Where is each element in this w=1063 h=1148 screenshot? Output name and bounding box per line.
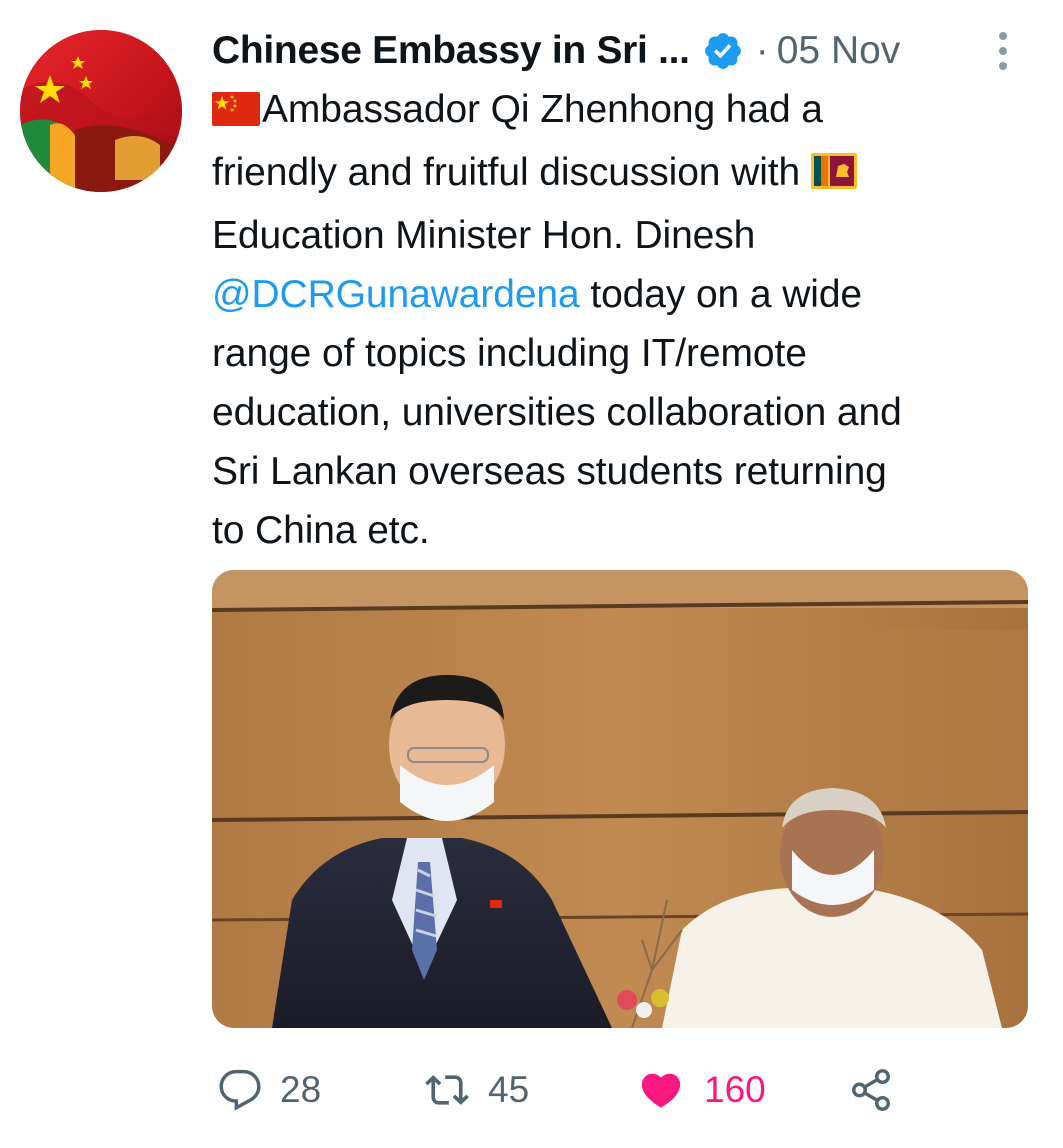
header-separator: · — [755, 29, 769, 72]
like-button[interactable]: 160 — [636, 1058, 766, 1122]
share-button[interactable] — [848, 1058, 894, 1122]
avatar[interactable] — [20, 30, 182, 192]
tweet-line-6: education, universities collaboration an… — [212, 391, 902, 434]
tweet-text-4: today on a wide — [579, 273, 863, 316]
tweet-photo[interactable] — [212, 570, 1028, 1028]
tweet-line-8: to China etc. — [212, 509, 430, 552]
share-icon — [852, 1069, 890, 1111]
reply-icon — [219, 1069, 261, 1111]
retweet-button[interactable]: 45 — [424, 1058, 529, 1122]
more-options-icon[interactable] — [988, 28, 1018, 74]
tweet-line-3: Education Minister Hon. Dinesh — [212, 214, 756, 257]
tweet-line-1: Ambassador Qi Zhenhong had a — [212, 80, 1042, 143]
china-flag-icon — [212, 84, 260, 143]
like-count: 160 — [704, 1069, 766, 1110]
sri-lanka-flag-icon — [810, 147, 857, 206]
tweet-line-7: Sri Lankan overseas students returning — [212, 450, 887, 493]
tweet-text: Ambassador Qi Zhenhong had a friendly an… — [212, 80, 1042, 560]
retweet-count: 45 — [488, 1069, 530, 1110]
avatar-image — [20, 30, 182, 192]
tweet-header: Chinese Embassy in Sri ... · 05 Nov — [212, 22, 1042, 80]
photo-image — [212, 570, 1028, 1028]
verified-badge-icon — [702, 30, 744, 72]
tweet-actions: 28 45 160 — [212, 1058, 932, 1122]
tweet-text-2: friendly and fruitful discussion with — [212, 151, 801, 194]
tweet-line-2: friendly and fruitful discussion with — [212, 143, 1042, 206]
reply-button[interactable]: 28 — [218, 1058, 321, 1122]
retweet-icon — [425, 1075, 469, 1105]
display-name[interactable]: Chinese Embassy in Sri ... — [212, 29, 690, 73]
tweet-line-4: @DCRGunawardena today on a wide — [212, 265, 1042, 324]
mention-link[interactable]: @DCRGunawardena — [212, 273, 580, 316]
tweet-date[interactable]: 05 Nov — [777, 29, 901, 73]
tweet-text-1: Ambassador Qi Zhenhong had a — [262, 88, 823, 131]
heart-icon — [641, 1073, 681, 1108]
reply-count: 28 — [280, 1069, 322, 1110]
tweet-line-5: range of topics including IT/remote — [212, 332, 807, 375]
